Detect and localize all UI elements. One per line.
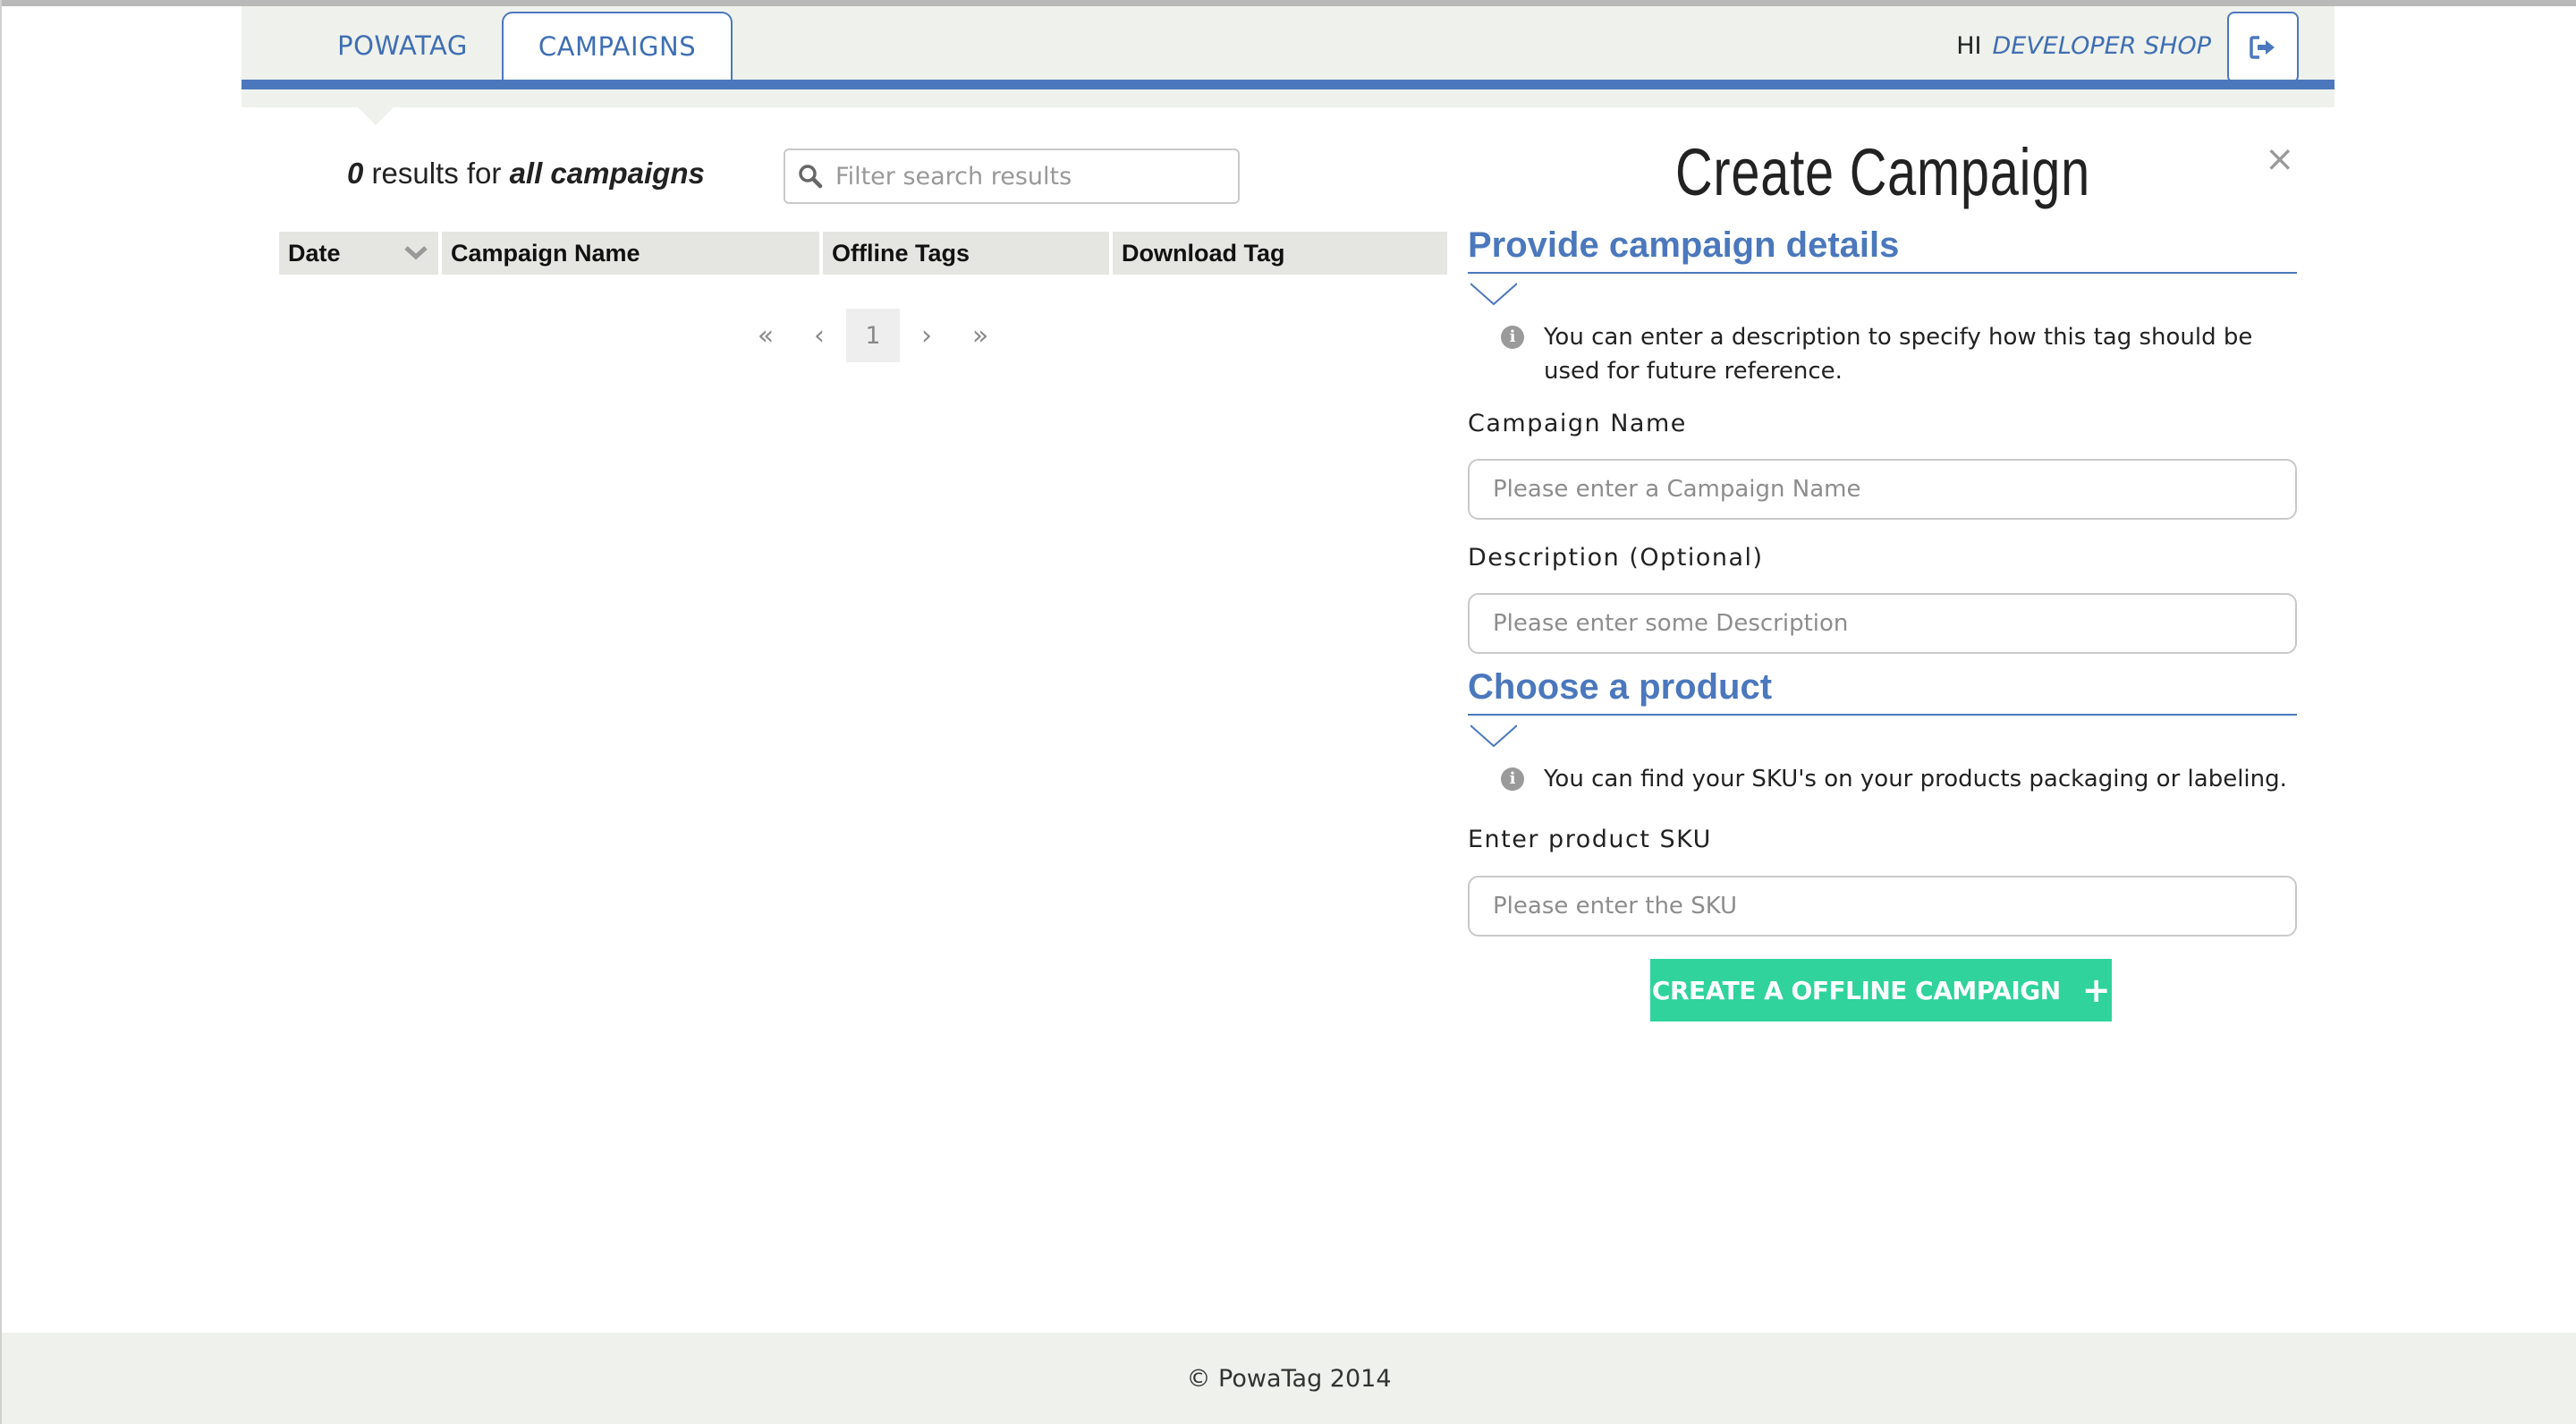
description-label: Description (Optional) (1468, 544, 1764, 572)
section-heading-product: Choose a product (1468, 669, 2297, 716)
sku-field[interactable] (1468, 876, 2297, 937)
plus-icon: + (2081, 971, 2111, 1010)
first-page-button[interactable]: « (739, 309, 792, 362)
window-left-border (0, 0, 2, 1424)
campaigns-table: Date Campaign Name Offline Tags Download… (279, 232, 1447, 275)
user-name-link[interactable]: DEVELOPER SHOP (1992, 32, 2211, 60)
campaign-name-label: Campaign Name (1468, 410, 1687, 437)
sign-out-icon (2250, 36, 2275, 59)
column-header-offline-tags[interactable]: Offline Tags (823, 232, 1109, 275)
active-section-pointer (358, 107, 394, 125)
create-offline-campaign-button[interactable]: CREATE A OFFLINE CAMPAIGN + (1650, 959, 2112, 1021)
tab-campaigns[interactable]: CAMPAIGNS (502, 12, 733, 80)
search-input[interactable] (835, 162, 1229, 191)
column-header-date[interactable]: Date (279, 232, 438, 275)
sku-input[interactable] (1470, 877, 2295, 935)
column-header-download-tag[interactable]: Download Tag (1113, 232, 1447, 275)
info-icon: i (1501, 767, 1524, 791)
header-accent-bar (242, 80, 2334, 89)
results-scope: all campaigns (509, 157, 705, 190)
campaign-name-input[interactable] (1470, 461, 2295, 518)
section-heading-text: Provide campaign details (1468, 225, 1900, 265)
column-header-campaign-name[interactable]: Campaign Name (442, 232, 819, 275)
section-notch (1470, 283, 1517, 306)
info-icon: i (1501, 326, 1524, 349)
description-field[interactable] (1468, 593, 2297, 654)
footer: © PowaTag 2014 (2, 1333, 2576, 1424)
results-text: results for (363, 157, 510, 190)
sku-label: Enter product SKU (1468, 826, 1712, 853)
result-count: 0 (347, 157, 364, 190)
close-icon[interactable]: × (2265, 139, 2295, 180)
panel-title: Create Campaign (1674, 135, 2091, 209)
user-greeting: HI DEVELOPER SHOP (1956, 12, 2211, 80)
description-input[interactable] (1470, 595, 2295, 652)
current-page[interactable]: 1 (846, 309, 900, 362)
section-notch (1470, 725, 1517, 748)
pagination: « ‹ 1 › » (739, 309, 1007, 362)
search-box[interactable] (784, 148, 1240, 204)
product-info: i You can find your SKU's on your produc… (1501, 762, 2288, 796)
results-summary: 0 results for all campaigns (347, 157, 705, 191)
greeting-text: HI (1956, 31, 1982, 60)
create-button-label: CREATE A OFFLINE CAMPAIGN (1651, 975, 2061, 1005)
section-heading-text: Choose a product (1468, 667, 1773, 707)
info-text: You can enter a description to specify h… (1544, 324, 2253, 385)
info-text: You can find your SKU's on your products… (1544, 766, 2287, 793)
logout-button[interactable] (2227, 12, 2299, 83)
copyright-text: © PowaTag 2014 (1186, 1364, 1392, 1393)
column-header-label: Date (288, 239, 341, 267)
window-top-border (0, 0, 2576, 6)
details-info: i You can enter a description to specify… (1501, 320, 2288, 388)
section-heading-details: Provide campaign details (1468, 227, 2297, 274)
previous-page-button[interactable]: ‹ (792, 309, 846, 362)
last-page-button[interactable]: » (953, 309, 1007, 362)
top-navigation: POWATAG CAMPAIGNS HI DEVELOPER SHOP (242, 6, 2334, 107)
search-icon (799, 165, 823, 189)
tab-powatag[interactable]: POWATAG (295, 12, 510, 80)
next-page-button[interactable]: › (900, 309, 953, 362)
chevron-down-icon[interactable] (404, 245, 428, 261)
campaign-name-field[interactable] (1468, 459, 2297, 520)
